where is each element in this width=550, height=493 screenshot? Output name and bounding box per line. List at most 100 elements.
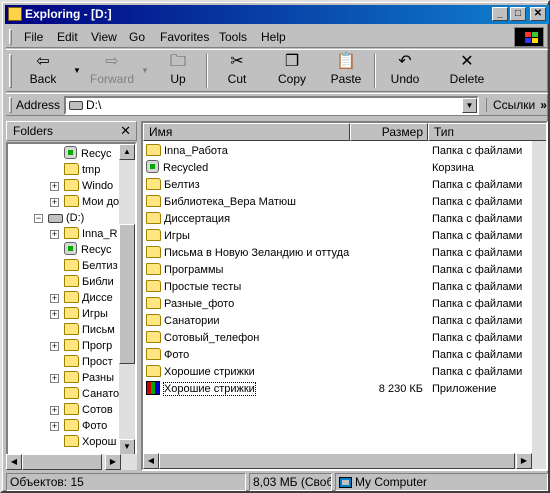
menubar-grip[interactable] — [9, 29, 12, 45]
back-button[interactable]: ⇦ Back — [20, 52, 66, 90]
maximize-button[interactable]: □ — [510, 7, 526, 21]
up-button[interactable]: 🗀 Up — [156, 52, 200, 90]
back-dropdown-icon[interactable]: ▼ — [73, 66, 81, 75]
column-header-type[interactable]: Тип — [428, 123, 546, 141]
tree-item[interactable]: Прост — [64, 354, 113, 370]
forward-dropdown-icon[interactable]: ▼ — [141, 66, 149, 75]
file-row[interactable]: Белтиз Папка с файлами — [143, 177, 533, 194]
folders-close-button[interactable]: ✕ — [120, 122, 131, 140]
file-list[interactable]: Имя Размер Тип Inna_Работа Папка с файлам… — [141, 121, 548, 471]
tree-item[interactable]: Разны — [64, 370, 114, 386]
tree-item[interactable]: Письм — [64, 322, 115, 338]
file-name: Сотовый_телефон — [164, 332, 260, 344]
file-row[interactable]: Inna_Работа Папка с файлами — [143, 143, 533, 160]
expand-icon[interactable]: + — [50, 198, 59, 207]
column-header-name[interactable]: Имя — [143, 123, 350, 141]
tree-item[interactable]: Белтиз — [64, 258, 118, 274]
scroll-left-button[interactable]: ◀ — [6, 454, 22, 470]
paste-button[interactable]: 📋 Paste — [322, 52, 370, 90]
file-row[interactable]: Хорошие стрижки Папка с файлами — [143, 364, 533, 381]
forward-button[interactable]: ⇨ Forward — [86, 52, 138, 90]
tree-item[interactable]: Библи — [64, 274, 114, 290]
delete-button[interactable]: ✕ Delete — [442, 52, 492, 90]
tree-item[interactable]: Windo — [64, 178, 113, 194]
tree-item[interactable]: Recyc — [64, 146, 112, 162]
file-row[interactable]: Санатории Папка с файлами — [143, 313, 533, 330]
file-name-cell: Сотовый_телефон — [146, 330, 259, 347]
links-toolbar[interactable]: Ссылки » — [486, 98, 547, 112]
file-row[interactable]: Письма в Новую Зеландию и оттуда Папка с … — [143, 245, 533, 262]
close-button[interactable]: ✕ — [530, 7, 546, 21]
file-type: Папка с файлами — [432, 298, 523, 310]
file-row[interactable]: Диссертация Папка с файлами — [143, 211, 533, 228]
address-input[interactable]: D:\ ▼ — [64, 96, 479, 115]
expand-icon[interactable]: + — [50, 374, 59, 383]
tree-item[interactable]: Recyc — [64, 242, 112, 258]
menu-file[interactable]: File — [24, 30, 43, 44]
file-row[interactable]: Recycled Корзина — [143, 160, 533, 177]
collapse-icon[interactable]: − — [34, 214, 43, 223]
menu-favorites[interactable]: Favorites — [160, 30, 209, 44]
expand-icon[interactable]: + — [50, 422, 59, 431]
address-dropdown-button[interactable]: ▼ — [462, 98, 477, 113]
file-name-cell: Простые тесты — [146, 279, 241, 296]
scroll-thumb[interactable] — [159, 453, 515, 469]
scroll-up-button[interactable]: ▲ — [119, 144, 135, 160]
cut-button[interactable]: ✂ Cut — [214, 52, 260, 90]
file-row[interactable]: Игры Папка с файлами — [143, 228, 533, 245]
menu-tools[interactable]: Tools — [219, 30, 247, 44]
tree-item[interactable]: Диссе — [64, 290, 113, 306]
tree-item[interactable]: Санато — [64, 386, 119, 402]
tree-horizontal-scrollbar[interactable]: ◀ ▶ — [6, 454, 137, 470]
expand-icon[interactable]: + — [50, 294, 59, 303]
menu-help[interactable]: Help — [261, 30, 286, 44]
copy-button[interactable]: ❐ Copy — [268, 52, 316, 90]
menu-go[interactable]: Go — [129, 30, 145, 44]
scroll-thumb[interactable] — [22, 454, 102, 470]
folder-tree[interactable]: Recyc tmp + Windo + Мои до − (D:) + Inna… — [6, 142, 137, 457]
scroll-left-button[interactable]: ◀ — [143, 453, 159, 469]
tree-item-drive-d[interactable]: (D:) — [48, 210, 84, 226]
folders-pane: Folders ✕ Recyc tmp + Windo + Мои до − (… — [6, 121, 137, 471]
file-row[interactable]: Хорошие стрижки 8 230 КБ Приложение — [143, 381, 533, 398]
tree-item[interactable]: Фото — [64, 418, 107, 434]
files-horizontal-scrollbar[interactable]: ◀ ▶ — [143, 453, 546, 469]
title-bar[interactable]: Exploring - [D:] _ □ ✕ — [5, 5, 549, 24]
scroll-right-button[interactable]: ▶ — [105, 454, 121, 470]
tree-item[interactable]: Мои до — [64, 194, 119, 210]
file-row[interactable]: Разные_фото Папка с файлами — [143, 296, 533, 313]
standard-toolbar: ⇦ Back ▼ ⇨ Forward ▼ 🗀 Up ✂ Cut ❐ Copy 📋 Paste… — [6, 49, 548, 92]
scroll-down-button[interactable]: ▼ — [119, 439, 135, 455]
file-type: Папка с файлами — [432, 145, 523, 157]
tree-vertical-scrollbar[interactable]: ▲ ▼ — [119, 144, 135, 455]
tree-item[interactable]: Inna_R — [64, 226, 117, 242]
toolbar-grip[interactable] — [9, 54, 12, 88]
files-vertical-scrollbar[interactable] — [532, 141, 546, 453]
file-row[interactable]: Фото Папка с файлами — [143, 347, 533, 364]
addressbar-grip[interactable] — [9, 97, 12, 113]
file-row[interactable]: Библиотека_Вера Матюш Папка с файлами — [143, 194, 533, 211]
tree-item[interactable]: Прогр — [64, 338, 112, 354]
computer-icon — [339, 477, 352, 488]
menu-view[interactable]: View — [91, 30, 117, 44]
tree-item[interactable]: Хорош — [64, 434, 116, 450]
tree-item[interactable]: tmp — [64, 162, 100, 178]
tree-item[interactable]: Сотов — [64, 402, 113, 418]
scroll-right-button[interactable]: ▶ — [516, 453, 532, 469]
undo-button[interactable]: ↶ Undo — [382, 52, 428, 90]
minimize-button[interactable]: _ — [492, 7, 508, 21]
scroll-thumb[interactable] — [119, 224, 135, 364]
file-row[interactable]: Простые тесты Папка с файлами — [143, 279, 533, 296]
links-chevron-icon[interactable]: » — [540, 98, 547, 112]
file-row[interactable]: Сотовый_телефон Папка с файлами — [143, 330, 533, 347]
column-header-size[interactable]: Размер — [350, 123, 428, 141]
tree-item[interactable]: Игры — [64, 306, 108, 322]
menu-edit[interactable]: Edit — [57, 30, 78, 44]
expand-icon[interactable]: + — [50, 310, 59, 319]
expand-icon[interactable]: + — [50, 342, 59, 351]
expand-icon[interactable]: + — [50, 230, 59, 239]
expand-icon[interactable]: + — [50, 182, 59, 191]
file-row[interactable]: Программы Папка с файлами — [143, 262, 533, 279]
folder-icon — [146, 195, 161, 207]
expand-icon[interactable]: + — [50, 406, 59, 415]
